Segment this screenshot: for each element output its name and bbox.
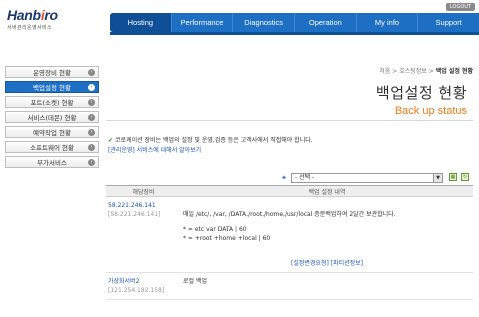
nav-underline xyxy=(110,32,479,35)
sidebar-item-label: 운영장비 현황 xyxy=(33,69,71,77)
breadcrumb-home[interactable]: 처음 xyxy=(379,68,390,75)
logo-wordmark: Hanbiro xyxy=(7,7,58,23)
hanbiro-logo[interactable]: Hanbiro 서버관리운영서비스 xyxy=(7,7,58,31)
table-row: 58.221.246.141 [58.221.246.141] 매일 /etc/… xyxy=(106,196,473,273)
sidebar-item-label: 부가서비스 xyxy=(37,159,67,167)
backup-table: 해당장비 백업 설정 내역 58.221.246.141 [58.221.246… xyxy=(106,185,473,300)
sidebar-item-equipment[interactable]: 운영장비 현황 › xyxy=(5,66,99,78)
check-icon: ✔ xyxy=(108,137,114,144)
sidebar-item-backup[interactable]: 백업설정 현황 › xyxy=(5,81,99,93)
excel-export-icon[interactable]: ▦ xyxy=(449,173,457,181)
nav-diagnostics[interactable]: Diagnostics xyxy=(232,13,294,32)
chevron-right-icon: › xyxy=(88,114,95,121)
chevron-right-icon: › xyxy=(88,69,95,76)
table-row: 가상화서버2 [121.254.182.158] 로컬 백업 xyxy=(106,272,473,300)
sidebar-item-label: 소프트웨어 현황 xyxy=(30,144,74,152)
notice-text: ✔ 코로케이션 장비는 백업의 설정 및 운영,검증 등은 고객사에서 직접해야 … xyxy=(108,135,313,144)
column-header-backup-detail: 백업 설정 내역 xyxy=(181,185,473,197)
logout-button[interactable]: LOGOUT xyxy=(445,3,475,11)
page-subtitle: Back up status xyxy=(394,105,467,117)
page-title: 백업설정 현황 xyxy=(375,84,467,102)
sidebar-item-ports[interactable]: 포트(소켓) 현황 › xyxy=(5,96,99,108)
sidebar-item-label: 포트(소켓) 현황 xyxy=(30,99,74,107)
chevron-down-icon: ▼ xyxy=(433,174,442,182)
nav-operation[interactable]: Operation xyxy=(294,13,356,32)
chevron-right-icon: › xyxy=(88,84,95,91)
detail-line: * = etc var DATA | 60 xyxy=(183,226,247,233)
main-nav: Hosting Performance Diagnostics Operatio… xyxy=(110,13,479,32)
chevron-right-icon: › xyxy=(88,159,95,166)
nav-my-info[interactable]: My info xyxy=(355,13,418,32)
table-toolbar: ✦ - 선택 - ▼ ▦ ↻ xyxy=(106,171,473,184)
host-name-link[interactable]: 가상화서버2 xyxy=(108,277,179,286)
detail-action-links[interactable]: [설정변경요청] [파티션정보] xyxy=(183,259,471,268)
detail-line: * = +root +home +local | 60 xyxy=(183,235,271,242)
sidebar-item-label: 백업설정 현황 xyxy=(33,84,71,92)
sidebar-item-label: 서비스(데몬) 현황 xyxy=(27,114,77,122)
refresh-icon[interactable]: ↻ xyxy=(461,173,469,181)
breadcrumb-section[interactable]: 호스팅정보 xyxy=(399,68,427,75)
backup-detail-cell: 로컬 백업 xyxy=(181,272,473,300)
breadcrumb-separator: > xyxy=(428,68,434,75)
column-header-device: 해당장비 xyxy=(106,185,181,197)
breadcrumb-current: 백업 설정 현황 xyxy=(435,68,473,75)
logo-subtitle: 서버관리운영서비스 xyxy=(7,25,53,31)
sidebar-item-services[interactable]: 서비스(데몬) 현황 › xyxy=(5,111,99,123)
service-info-link[interactable]: [관리운영] 서비스에 대해서 알아보기 xyxy=(108,145,201,154)
chevron-right-icon: › xyxy=(88,144,95,151)
device-cell: 58.221.246.141 [58.221.246.141] xyxy=(106,196,181,273)
table-header-row: 해당장비 백업 설정 내역 xyxy=(106,185,473,197)
chevron-right-icon: › xyxy=(88,99,95,106)
chevron-right-icon: › xyxy=(88,129,95,136)
detail-line: 매일 /etc/, /var, /DATA,/root,/home,/usr/l… xyxy=(183,211,396,218)
sidebar-item-software[interactable]: 소프트웨어 현황 › xyxy=(5,141,99,153)
nav-performance[interactable]: Performance xyxy=(170,13,233,32)
header: Hanbiro 서버관리운영서비스 LOGOUT Hosting Perform… xyxy=(0,0,479,40)
host-name-link[interactable]: 58.221.246.141 xyxy=(108,201,179,210)
nav-support[interactable]: Support xyxy=(417,13,479,32)
title-divider xyxy=(106,120,473,121)
device-select-value: - 선택 - xyxy=(295,174,315,181)
sidebar-item-extra-services[interactable]: 부가서비스 › xyxy=(5,156,99,168)
device-cell: 가상화서버2 [121.254.182.158] xyxy=(106,272,181,300)
backup-detail-cell: 매일 /etc/, /var, /DATA,/root,/home,/usr/l… xyxy=(181,196,473,273)
nav-hosting[interactable]: Hosting xyxy=(110,13,171,32)
sidebar-item-scheduled-jobs[interactable]: 예약작업 현황 › xyxy=(5,126,99,138)
sidebar-item-label: 예약작업 현황 xyxy=(33,129,71,137)
detail-line: 로컬 백업 xyxy=(183,278,207,285)
host-ip: [121.254.182.158] xyxy=(108,287,165,294)
sidebar: 운영장비 현황 › 백업설정 현황 › 포트(소켓) 현황 › 서비스(데몬) … xyxy=(5,66,99,171)
settings-icon: ✦ xyxy=(281,174,287,182)
notice-message: 코로케이션 장비는 백업의 설정 및 운영,검증 등은 고객사에서 직접해야 합… xyxy=(115,137,313,144)
breadcrumb: 처음 > 호스팅정보 > 백업 설정 현황 xyxy=(379,66,473,75)
device-filter: ✦ - 선택 - ▼ xyxy=(281,173,443,183)
device-select[interactable]: - 선택 - ▼ xyxy=(291,173,443,183)
host-ip: [58.221.246.141] xyxy=(108,211,161,218)
breadcrumb-separator: > xyxy=(392,68,398,75)
